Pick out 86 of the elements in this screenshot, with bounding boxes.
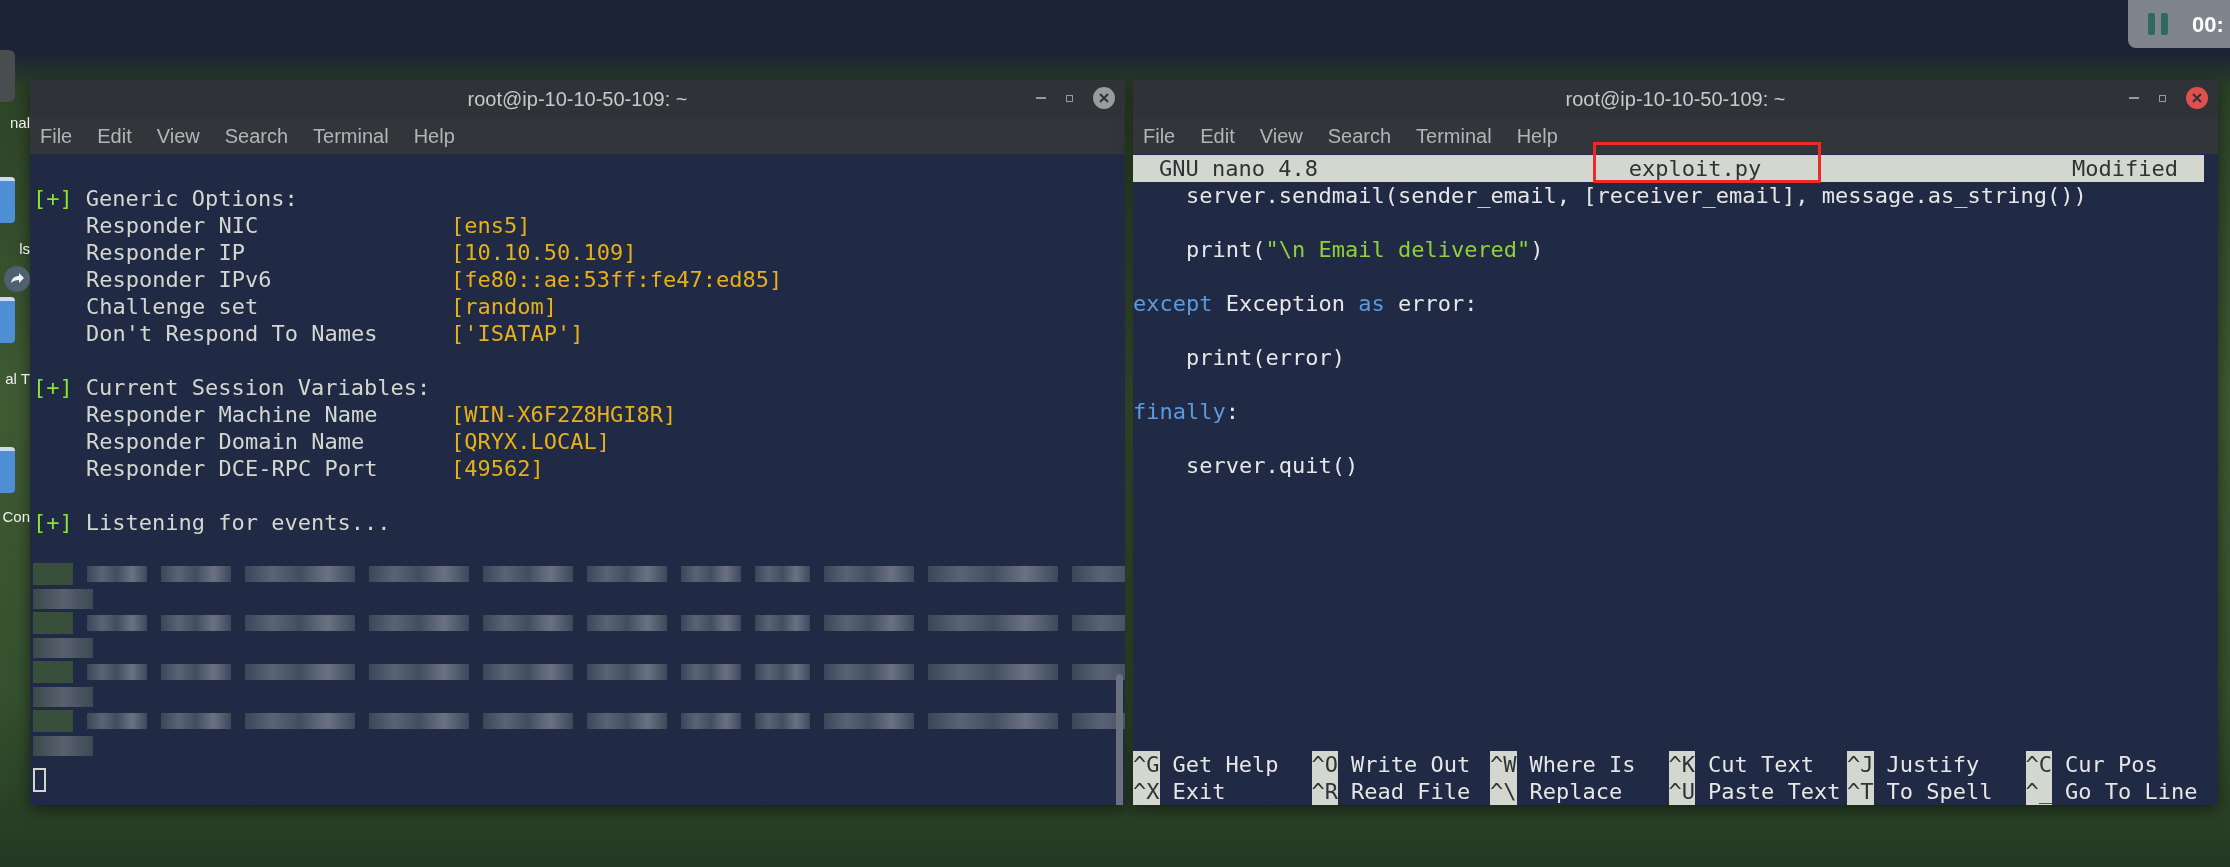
restore-icon[interactable] — [2159, 94, 2166, 102]
shortcut-key: ^\ — [1490, 778, 1517, 805]
shortcut-label: To Spell — [1886, 778, 1993, 805]
shortcut-label: Cur Pos — [2065, 751, 2158, 778]
code-line: print("\n Email delivered") — [1184, 236, 1545, 263]
shortcut-key: ^K — [1668, 751, 1695, 778]
shortcut-key: ^X — [1133, 778, 1160, 805]
setting-name: Responder Domain Name — [86, 428, 366, 455]
shortcut-label: Exit — [1172, 778, 1226, 805]
shortcut-key: ^O — [1311, 751, 1338, 778]
code-line: print(error) — [1184, 344, 1346, 371]
shortcut-key: ^T — [1847, 778, 1874, 805]
shortcut-key: ^_ — [2025, 778, 2052, 805]
setting-name: Challenge set — [86, 293, 260, 320]
restore-icon[interactable] — [1066, 94, 1073, 102]
shortcut-label: Cut Text — [1708, 751, 1814, 778]
editor-version: GNU nano 4.8 — [1159, 155, 1318, 182]
desktop-tile-icon[interactable] — [0, 50, 15, 102]
close-icon — [2192, 93, 2202, 103]
setting-name: Responder Machine Name — [86, 401, 379, 428]
status-marker: [+] — [33, 185, 73, 212]
setting-name: Responder DCE-RPC Port — [86, 455, 379, 482]
menu-item[interactable]: File — [40, 121, 73, 151]
shortcut-label: Justify — [1886, 751, 1980, 778]
section-heading: Current Session Variables: — [85, 374, 431, 401]
shortcut-label: Read File — [1351, 778, 1471, 805]
folder-icon[interactable] — [0, 177, 15, 223]
setting-value: ['ISATAP'] — [451, 320, 584, 347]
setting-value: [QRYX.LOCAL] — [451, 428, 610, 455]
menu-item[interactable]: File — [1143, 121, 1176, 151]
setting-value: [10.10.50.109] — [451, 239, 637, 266]
recording-time: 00: — [2192, 10, 2224, 39]
menu-item[interactable]: Edit — [1200, 121, 1235, 151]
desktop-icon-label: al T — [5, 369, 30, 389]
shortcut-label: Write Out — [1351, 751, 1471, 778]
shortcut-label: Paste Text — [1708, 778, 1841, 805]
section-heading: Generic Options: — [85, 185, 298, 212]
setting-value: [random] — [451, 293, 557, 320]
file-name: exploit.py — [1628, 156, 1762, 181]
setting-name: Responder NIC — [86, 212, 260, 239]
folder-icon[interactable] — [0, 447, 15, 493]
code-line: finally: — [1133, 398, 1240, 425]
shortcut-key: ^J — [1847, 751, 1874, 778]
status-marker: [+] — [33, 509, 73, 536]
desktop-icon-label: Con — [2, 507, 30, 527]
window-title: root@ip-10-10-50-109: ~ — [1565, 87, 1786, 112]
setting-value: [49562] — [451, 455, 544, 482]
close-icon — [1099, 93, 1109, 103]
menu-item[interactable]: Help — [1516, 121, 1558, 151]
status-marker: [+] — [33, 374, 73, 401]
scrollbar[interactable] — [1116, 674, 1123, 805]
shortcut-key: ^W — [1490, 751, 1517, 778]
shortcut-key: ^U — [1668, 778, 1695, 805]
menu-item[interactable]: Help — [413, 121, 455, 151]
shortcut-label: Get Help — [1172, 751, 1279, 778]
menu-item[interactable]: View — [156, 121, 200, 151]
shortcut-key: ^R — [1311, 778, 1338, 805]
setting-name: Responder IP — [86, 239, 246, 266]
code-line: server.sendmail(sender_email, [receiver_email], message.as_string()) — [1184, 182, 2088, 209]
menu-item[interactable]: Search — [224, 121, 289, 151]
setting-value: [ens5] — [451, 212, 531, 239]
shortcut-key: ^C — [2025, 751, 2052, 778]
menu-item[interactable]: Terminal — [313, 121, 389, 151]
setting-name: Responder IPv6 — [86, 266, 273, 293]
shortcut-label: Where Is — [1529, 751, 1636, 778]
desktop-icon-label: nal — [9, 113, 30, 133]
shortcut-label: Replace — [1529, 778, 1623, 805]
setting-value: [fe80::ae:53ff:fe47:ed85] — [451, 266, 783, 293]
modified-status: Modified — [2072, 155, 2178, 182]
code-line: except Exception as error: — [1133, 290, 1479, 317]
setting-value: [WIN-X6F2Z8HGI8R] — [451, 401, 677, 428]
close-button[interactable] — [1093, 87, 1115, 109]
shortcut-label: Go To Line — [2065, 778, 2198, 805]
close-button[interactable] — [2186, 87, 2208, 109]
code-line: server.quit() — [1184, 452, 1360, 479]
desktop-icon-label: ls — [19, 239, 30, 259]
menu-item[interactable]: Edit — [97, 121, 132, 151]
folder-icon[interactable] — [0, 297, 15, 343]
menu-item[interactable]: Search — [1327, 121, 1392, 151]
menu-item[interactable]: View — [1259, 121, 1303, 151]
setting-name: Don't Respond To Names — [86, 320, 379, 347]
window-title: root@ip-10-10-50-109: ~ — [467, 87, 688, 112]
pause-icon[interactable] — [2148, 13, 2168, 35]
section-heading: Listening for events... — [85, 509, 391, 536]
menu-item[interactable]: Terminal — [1416, 121, 1492, 151]
shortcut-key: ^G — [1133, 751, 1160, 778]
